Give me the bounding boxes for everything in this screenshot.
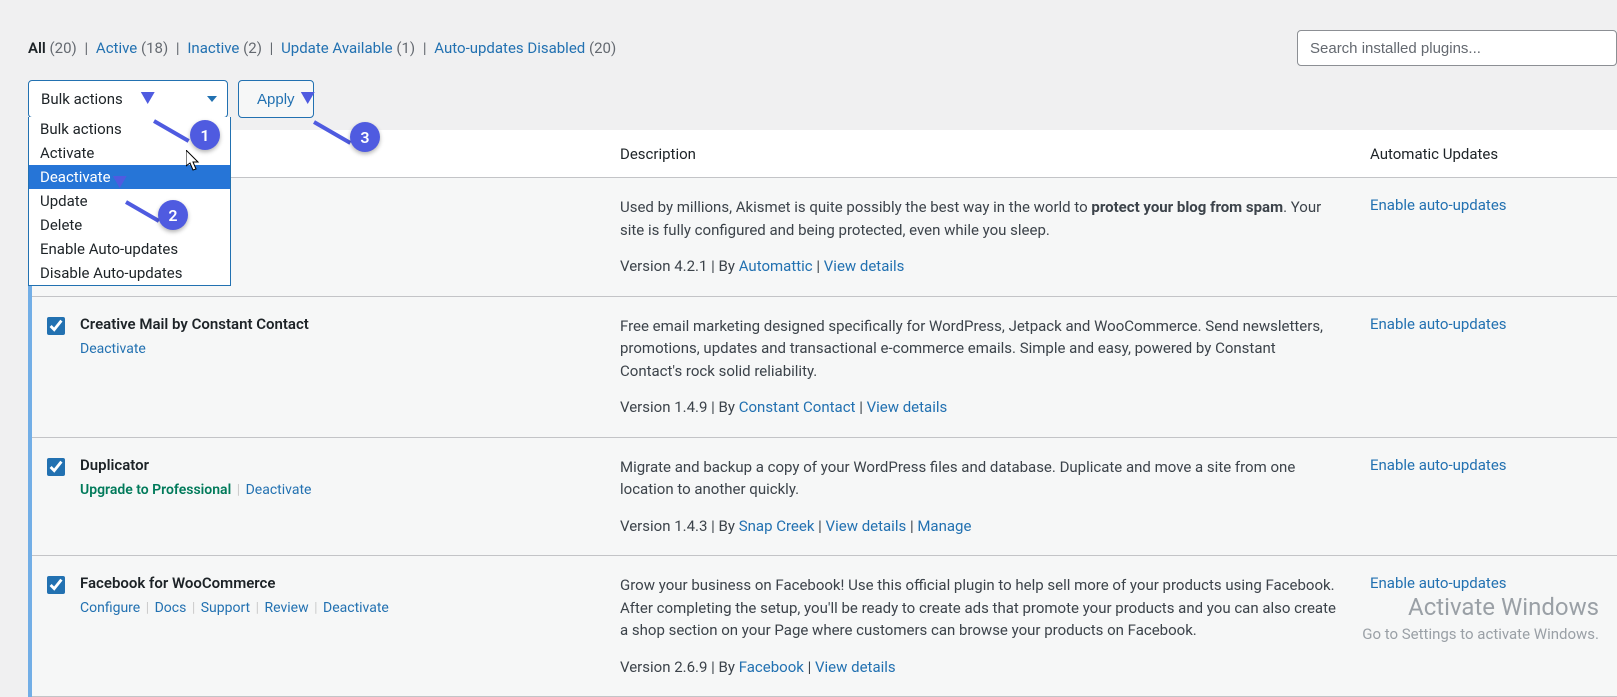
plugin-title: Creative Mail by Constant Contact <box>80 315 620 333</box>
plugin-title: Duplicator <box>80 456 620 474</box>
plugin-author-link[interactable]: Constant Contact <box>739 398 856 416</box>
support-link[interactable]: Support <box>201 600 250 616</box>
search-input[interactable] <box>1297 30 1617 66</box>
filter-update-available[interactable]: Update Available (1) <box>281 39 415 57</box>
plugin-checkbox[interactable] <box>47 458 65 476</box>
plugin-description: Migrate and backup a copy of your WordPr… <box>620 458 1295 499</box>
view-details-link[interactable]: View details <box>824 257 905 275</box>
enable-auto-updates-link[interactable]: Enable auto-updates <box>1370 196 1507 214</box>
plugin-checkbox[interactable] <box>47 576 65 594</box>
configure-link[interactable]: Configure <box>80 600 140 616</box>
plugin-description: Used by millions, Akismet is quite possi… <box>620 198 1321 239</box>
plugin-author-link[interactable]: Snap Creek <box>739 517 815 535</box>
column-description: Description <box>620 145 1370 163</box>
plugin-checkbox[interactable] <box>47 317 65 335</box>
upgrade-link[interactable]: Upgrade to Professional <box>80 482 231 498</box>
table-row: Creative Mail by Constant Contact Deacti… <box>32 297 1617 438</box>
manage-link[interactable]: Manage <box>917 517 971 535</box>
table-header: Description Automatic Updates <box>32 130 1617 178</box>
bulk-option-disable-auto[interactable]: Disable Auto-updates <box>29 261 230 285</box>
docs-link[interactable]: Docs <box>155 600 187 616</box>
view-details-link[interactable]: View details <box>815 658 896 676</box>
view-details-link[interactable]: View details <box>826 517 907 535</box>
deactivate-link[interactable]: Deactivate <box>80 341 146 357</box>
annotation-badge-2: 2 <box>158 200 188 230</box>
bulk-option-enable-auto[interactable]: Enable Auto-updates <box>29 237 230 261</box>
enable-auto-updates-link[interactable]: Enable auto-updates <box>1370 315 1507 333</box>
enable-auto-updates-link[interactable]: Enable auto-updates <box>1370 574 1507 592</box>
plugin-author-link[interactable]: Automattic <box>739 257 813 275</box>
bulk-option-delete[interactable]: Delete <box>29 213 230 237</box>
filter-auto-disabled[interactable]: Auto-updates Disabled (20) <box>434 39 616 57</box>
table-row: Duplicator Upgrade to Professional | Dea… <box>32 438 1617 557</box>
bulk-selected-label: Bulk actions <box>41 90 123 108</box>
annotation-badge-1: 1 <box>190 120 220 150</box>
plugin-author-link[interactable]: Facebook <box>739 658 804 676</box>
chevron-down-icon <box>207 96 217 102</box>
view-details-link[interactable]: View details <box>867 398 948 416</box>
enable-auto-updates-link[interactable]: Enable auto-updates <box>1370 456 1507 474</box>
table-row: Used by millions, Akismet is quite possi… <box>32 178 1617 297</box>
column-auto-updates: Automatic Updates <box>1370 145 1617 163</box>
annotation-badge-3: 3 <box>350 122 380 152</box>
plugin-description: Grow your business on Facebook! Use this… <box>620 576 1336 639</box>
plugin-title: Facebook for WooCommerce <box>80 574 620 592</box>
deactivate-link[interactable]: Deactivate <box>323 600 389 616</box>
filter-all[interactable]: All (20) <box>28 39 77 57</box>
plugin-description: Free email marketing designed specifical… <box>620 317 1323 380</box>
filter-inactive[interactable]: Inactive (2) <box>187 39 262 57</box>
deactivate-link[interactable]: Deactivate <box>246 482 312 498</box>
plugin-filters: All (20) | Active (18) | Inactive (2) | … <box>28 39 616 57</box>
bulk-actions-select[interactable]: Bulk actions <box>28 80 228 118</box>
filter-active[interactable]: Active (18) <box>96 39 168 57</box>
bulk-option-deactivate[interactable]: Deactivate <box>29 165 230 189</box>
table-row: Facebook for WooCommerce Configure | Doc… <box>32 556 1617 697</box>
review-link[interactable]: Review <box>265 600 309 616</box>
